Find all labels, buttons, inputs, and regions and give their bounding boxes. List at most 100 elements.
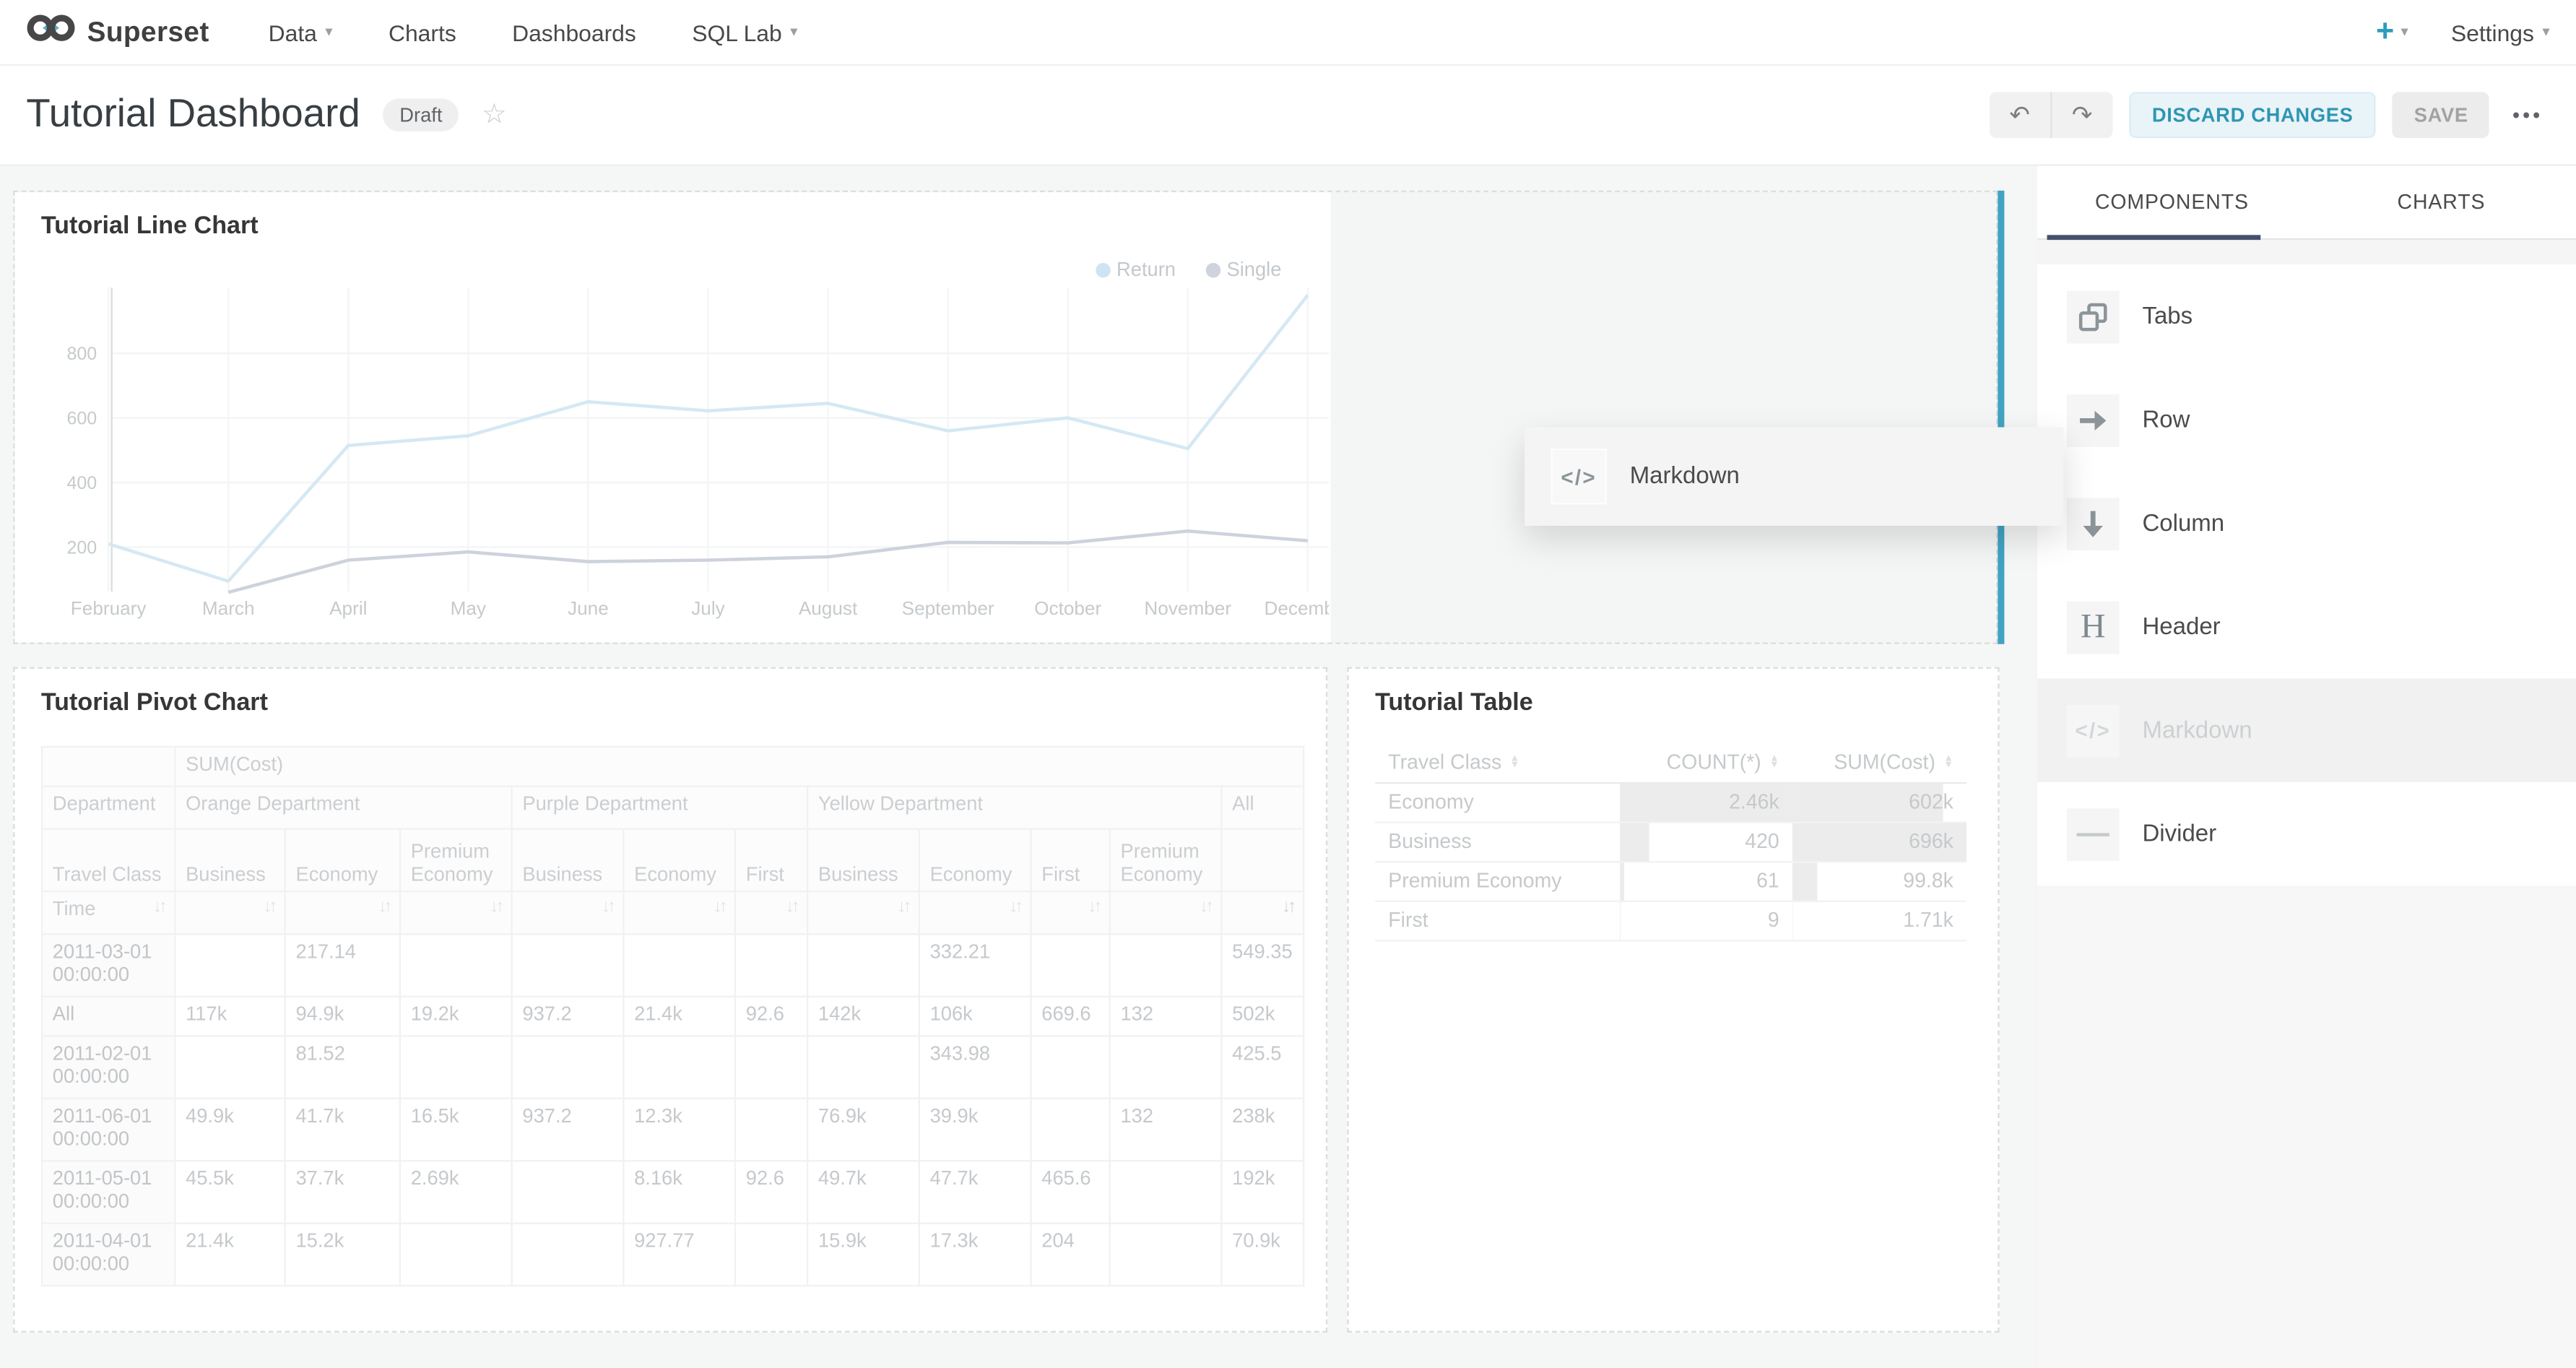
table-chart-card[interactable]: Tutorial Table Travel Class▲▼COUNT(*)▲▼S…	[1347, 667, 1999, 1333]
pivot-row: 2011-02-01 00:00:0081.52343.98425.5	[42, 1036, 1304, 1098]
pivot-sort-cell[interactable]: ↓↑	[919, 891, 1031, 934]
pivot-value-cell	[175, 1036, 285, 1098]
sort-icon[interactable]: ↓↑	[1088, 897, 1099, 917]
nav-item-sql-lab[interactable]: SQL Lab▾	[692, 19, 797, 45]
sort-icon[interactable]: ▲▼	[1943, 756, 1953, 770]
sidebar-item-header[interactable]: HHeader	[2037, 575, 2576, 678]
line-chart-card[interactable]: 200400600800FebruaryMarchAprilMayJuneJul…	[14, 192, 1330, 642]
pivot-table: SUM(Cost)DepartmentOrange DepartmentPurp…	[41, 746, 1305, 1286]
pivot-value-cell: 117k	[175, 997, 285, 1036]
pivot-row: 2011-06-01 00:00:0049.9k41.7k16.5k937.21…	[42, 1099, 1304, 1161]
nav-item-data[interactable]: Data▾	[269, 19, 333, 45]
sort-icon[interactable]: ↓↑	[378, 897, 389, 917]
sort-icon[interactable]: ▲▼	[1510, 756, 1520, 770]
pivot-value-cell: 15.2k	[285, 1224, 400, 1286]
pivot-sort-cell[interactable]: ↓↑	[175, 891, 285, 934]
pivot-value-cell: 81.52	[285, 1036, 400, 1098]
tab-charts[interactable]: CHARTS	[2307, 166, 2576, 238]
pivot-sort-cell[interactable]: ↓↑	[1221, 891, 1304, 934]
settings-menu[interactable]: Settings ▾	[2451, 19, 2550, 45]
pivot-sort-cell[interactable]: ↓↑	[285, 891, 400, 934]
nav-menu: Data▾ Charts Dashboards SQL Lab▾	[269, 19, 2376, 45]
svg-text:June: June	[568, 597, 609, 619]
pivot-value-cell: 41.7k	[285, 1099, 400, 1161]
pivot-value-cell	[400, 1224, 512, 1286]
sort-icon[interactable]: ↓↑	[785, 897, 797, 917]
markdown-icon: </>	[2067, 704, 2120, 757]
pivot-value-cell: 39.9k	[919, 1099, 1031, 1161]
pivot-value-cell: 92.6	[735, 997, 807, 1036]
svg-text:October: October	[1034, 597, 1101, 619]
pivot-sort-cell[interactable]: ↓↑	[807, 891, 919, 934]
pivot-sort-cell[interactable]: ↓↑	[1110, 891, 1222, 934]
sort-descending-icon[interactable]: ↓↑	[1282, 897, 1293, 917]
table-column-header[interactable]: Travel Class▲▼	[1375, 743, 1620, 782]
discard-changes-button[interactable]: DISCARD CHANGES	[2129, 92, 2376, 138]
more-menu-button[interactable]: •••	[2506, 103, 2550, 126]
pivot-sort-cell[interactable]: ↓↑	[400, 891, 512, 934]
pivot-subheader: Economy	[285, 829, 400, 891]
drag-ghost-label: Markdown	[1630, 464, 1740, 490]
superset-logo[interactable]: Superset	[26, 10, 209, 54]
dashboard-row[interactable]: 200400600800FebruaryMarchAprilMayJuneJul…	[13, 191, 1998, 644]
pivot-value-cell	[1031, 1036, 1109, 1098]
pivot-sort-cell[interactable]: ↓↑	[1031, 891, 1109, 934]
table-column-header[interactable]: COUNT(*)▲▼	[1620, 743, 1792, 782]
sort-icon[interactable]: ↓↑	[897, 897, 908, 917]
pivot-value-cell	[735, 1224, 807, 1286]
undo-button[interactable]: ↶	[1990, 92, 2052, 138]
sidebar-item-tabs[interactable]: Tabs	[2037, 264, 2576, 368]
legend-item-single[interactable]: Single	[1205, 258, 1281, 281]
tab-components[interactable]: COMPONENTS	[2037, 166, 2307, 238]
pivot-value-cell	[807, 1036, 919, 1098]
status-badge: Draft	[383, 98, 459, 131]
pivot-sort-cell[interactable]: ↓↑	[735, 891, 807, 934]
sort-icon[interactable]: ▲▼	[1769, 756, 1779, 770]
new-item-button[interactable]: + ▾	[2376, 17, 2408, 48]
table-cell-sum: 99.8k	[1792, 861, 1966, 901]
sort-icon[interactable]: ↓↑	[713, 897, 724, 917]
svg-text:April: April	[329, 597, 367, 619]
sort-icon[interactable]: ↓↑	[602, 897, 613, 917]
pivot-value-cell	[512, 1161, 624, 1223]
pivot-sort-cell[interactable]: ↓↑	[512, 891, 624, 934]
favorite-star-icon[interactable]: ☆	[482, 98, 507, 131]
svg-text:November: November	[1144, 597, 1231, 619]
sidebar-item-row[interactable]: Row	[2037, 368, 2576, 472]
pivot-value-cell: 132	[1110, 1099, 1222, 1161]
chart-title: Tutorial Pivot Chart	[41, 688, 268, 717]
component-label: Markdown	[2142, 717, 2252, 743]
page-title[interactable]: Tutorial Dashboard	[26, 92, 360, 138]
nav-item-dashboards[interactable]: Dashboards	[512, 19, 636, 45]
brand-name: Superset	[87, 16, 209, 48]
pivot-value-cell	[512, 934, 624, 996]
sort-icon[interactable]: ↓↑	[1009, 897, 1020, 917]
sort-icon[interactable]: ↓↑	[153, 897, 165, 917]
save-button[interactable]: SAVE	[2393, 92, 2489, 138]
pivot-time-sort-cell[interactable]: Time↓↑	[42, 891, 175, 934]
pivot-value-cell: 549.35	[1221, 934, 1304, 996]
pivot-chart-card[interactable]: Tutorial Pivot Chart SUM(Cost)Department…	[13, 667, 1327, 1333]
drop-indicator-bar	[1998, 191, 2004, 644]
nav-item-charts[interactable]: Charts	[389, 19, 456, 45]
tabs-icon	[2067, 290, 2120, 343]
redo-button[interactable]: ↷	[2052, 92, 2112, 138]
sort-icon[interactable]: ↓↑	[490, 897, 501, 917]
drag-ghost-markdown[interactable]: </> Markdown	[1525, 427, 2063, 525]
pivot-value-cell: 17.3k	[919, 1224, 1031, 1286]
pivot-sort-cell[interactable]: ↓↑	[623, 891, 735, 934]
pivot-value-cell	[807, 934, 919, 996]
nav-item-label: Dashboards	[512, 19, 636, 45]
pivot-value-cell	[735, 1036, 807, 1098]
pivot-value-cell: 132	[1110, 997, 1222, 1036]
table-cell-travel-class: Premium Economy	[1375, 861, 1620, 901]
svg-text:600: 600	[66, 409, 97, 429]
sidebar-item-divider[interactable]: Divider	[2037, 782, 2576, 886]
pivot-value-cell: 106k	[919, 997, 1031, 1036]
sort-icon[interactable]: ↓↑	[263, 897, 274, 917]
sidebar-item-markdown[interactable]: </> Markdown	[2037, 679, 2576, 782]
table-column-header[interactable]: SUM(Cost)▲▼	[1792, 743, 1966, 782]
legend-item-return[interactable]: Return	[1095, 258, 1176, 281]
sidebar-item-column[interactable]: Column	[2037, 472, 2576, 575]
sort-icon[interactable]: ↓↑	[1200, 897, 1211, 917]
